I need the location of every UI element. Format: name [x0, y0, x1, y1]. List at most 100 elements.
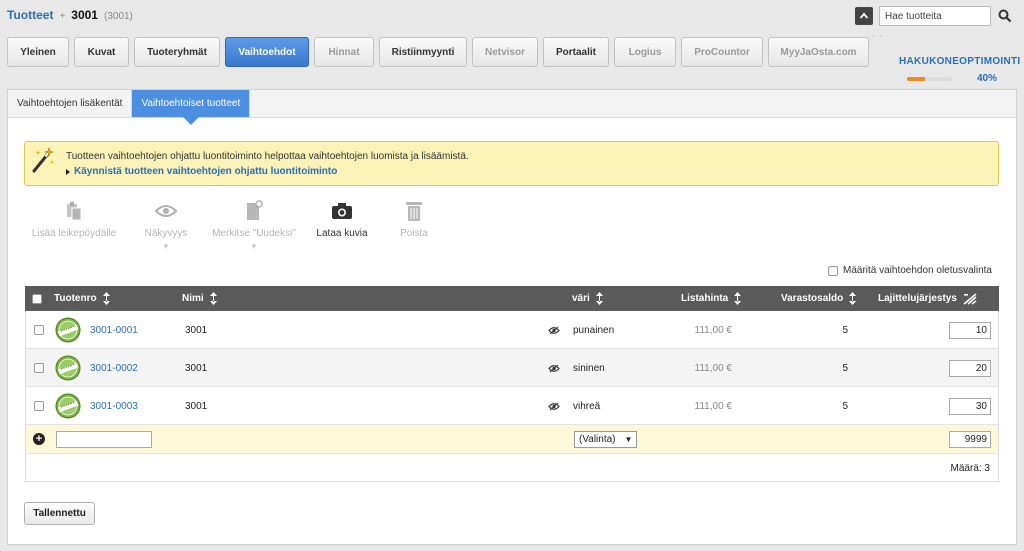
clipboard-icon — [67, 202, 82, 221]
mark-new-caret-icon: ▼ — [250, 242, 258, 251]
delete-label: Poista — [400, 228, 428, 239]
visibility-label: Näkyvyys — [144, 228, 188, 239]
visibility-button[interactable]: Näkyvyys ▼ — [130, 200, 202, 251]
seo-progress-bar — [907, 76, 952, 81]
tab-procountor[interactable]: ProCountor — [681, 37, 763, 67]
tab-tuoteryhmat[interactable]: Tuoteryhmät — [134, 37, 220, 67]
wizard-notice: Tuotteen vaihtoehtojen ohjattu luontitoi… — [24, 141, 999, 186]
row-code-link[interactable]: 3001-0003 — [90, 387, 138, 425]
header-code-label: Tuotenro — [54, 293, 97, 304]
wizard-link[interactable]: Käynnistä tuotteen vaihtoehtojen ohjattu… — [66, 166, 337, 177]
mark-new-button[interactable]: Merkitse "Uudeksi" ▼ — [208, 200, 300, 251]
sort-icon — [734, 292, 742, 305]
row-count: Määrä: 3 — [950, 463, 990, 474]
new-variant-code-input[interactable] — [56, 431, 152, 448]
header-order-label: Lajittelujärjestys — [878, 293, 957, 304]
header-code[interactable]: Tuotenro — [54, 286, 110, 311]
seo-meter[interactable]: HAKUKONEOPTIMOINTI 40% — [899, 56, 1024, 84]
color-select[interactable]: (Valinta) ▼ — [574, 431, 637, 448]
copy-label: Lisää leikepöydälle — [31, 228, 117, 239]
select-all-checkbox[interactable] — [32, 286, 42, 311]
new-variant-order-input[interactable] — [949, 431, 991, 448]
table-row: 3001-0002 3001 sininen 111,00 € 5 — [25, 349, 999, 387]
plus-circle-icon[interactable]: + — [33, 433, 45, 445]
sort-icon — [102, 292, 110, 305]
row-checkbox[interactable] — [34, 325, 44, 335]
row-checkbox[interactable] — [34, 401, 44, 411]
copy-to-clipboard-button[interactable]: Lisää leikepöydälle — [30, 200, 118, 239]
header-name-label: Nimi — [182, 293, 204, 304]
tab-vaihtoehdot[interactable]: Vaihtoehdot — [225, 37, 309, 67]
chevron-down-icon: ▼ — [624, 435, 633, 444]
header-stock-label: Varastosaldo — [781, 293, 844, 304]
hidden-eye-icon[interactable] — [548, 402, 560, 411]
visibility-caret-icon: ▼ — [162, 242, 170, 251]
sort-icon — [595, 292, 603, 305]
row-order-input[interactable] — [949, 359, 991, 377]
magic-wand-icon — [32, 147, 55, 173]
default-option-checkbox-box[interactable] — [828, 265, 838, 276]
wizard-message: Tuotteen vaihtoehtojen ohjattu luontitoi… — [66, 151, 469, 162]
header-order[interactable]: Lajittelujärjestys — [878, 286, 977, 311]
new-product-seal-icon — [55, 393, 81, 419]
hidden-eye-icon[interactable] — [548, 364, 560, 373]
search-bar — [855, 6, 1013, 26]
row-stock: 5 — [842, 362, 848, 374]
row-order-input[interactable] — [949, 321, 991, 339]
seo-progress-fill — [907, 76, 925, 81]
save-button[interactable]: Tallennettu — [24, 502, 95, 525]
camera-icon — [332, 203, 352, 219]
hidden-eye-icon[interactable] — [548, 326, 560, 335]
new-product-seal-icon — [55, 355, 81, 381]
upload-images-label: Lataa kuvia — [316, 228, 368, 239]
header-name[interactable]: Nimi — [182, 286, 217, 311]
row-name: 3001 — [185, 324, 208, 336]
chevron-up-icon[interactable] — [855, 7, 873, 25]
seo-percent: 40% — [977, 73, 998, 84]
row-code-link[interactable]: 3001-0001 — [90, 311, 138, 349]
header-color-label: väri — [572, 293, 590, 304]
mark-new-label: Merkitse "Uudeksi" — [212, 228, 296, 239]
tab-netvisor[interactable]: Netvisor — [472, 37, 538, 67]
tab-overflow-dots: · · — [872, 30, 884, 40]
default-option-checkbox[interactable]: Määritä vaihtoehdon oletusvalinta — [828, 265, 992, 276]
row-order-input[interactable] — [949, 397, 991, 415]
tab-portaalit[interactable]: Portaalit — [543, 37, 609, 67]
header-price-label: Listahinta — [681, 293, 729, 304]
breadcrumb-sub: (3001) — [103, 11, 133, 22]
tab-hinnat[interactable]: Hinnat — [314, 37, 374, 67]
wizard-link-label: Käynnistä tuotteen vaihtoehtojen ohjattu… — [74, 166, 338, 177]
table-row: 3001-0001 3001 punainen 111,00 € 5 — [25, 311, 999, 349]
header-stock[interactable]: Varastosaldo — [781, 286, 857, 311]
delete-button[interactable]: Poista — [390, 200, 438, 239]
header-price[interactable]: Listahinta — [681, 286, 742, 311]
sort-icon — [209, 292, 217, 305]
options-panel: Vaihtoehtojen lisäkentät Vaihtoehtoiset … — [7, 89, 1017, 545]
tab-myyjaosta[interactable]: MyyJaOsta.com — [768, 37, 869, 67]
row-name: 3001 — [185, 362, 208, 374]
row-name: 3001 — [185, 400, 208, 412]
new-product-seal-icon — [55, 317, 81, 343]
search-icon[interactable] — [997, 8, 1013, 24]
row-color: punainen — [573, 324, 615, 336]
row-stock: 5 — [842, 324, 848, 336]
table-header: Tuotenro Nimi väri Listahinta Varastosal… — [25, 286, 999, 311]
breadcrumb-separator: + — [59, 11, 66, 22]
header-color[interactable]: väri — [572, 286, 603, 311]
upload-images-button[interactable]: Lataa kuvia — [312, 200, 372, 239]
row-color: vihreä — [573, 400, 601, 412]
tab-yleinen[interactable]: Yleinen — [7, 37, 69, 67]
row-checkbox[interactable] — [34, 363, 44, 373]
add-variant-row: + (Valinta) ▼ — [25, 425, 999, 454]
row-code-link[interactable]: 3001-0002 — [90, 349, 138, 387]
breadcrumb-products-link[interactable]: Tuotteet — [7, 8, 53, 22]
tab-logius[interactable]: Logius — [614, 37, 676, 67]
tab-kuvat[interactable]: Kuvat — [74, 37, 129, 67]
color-select-value: (Valinta) — [579, 434, 616, 445]
table-footer: Määrä: 3 — [25, 454, 999, 482]
tab-ristiinmyynti[interactable]: Ristiinmyynti — [379, 37, 467, 67]
row-stock: 5 — [842, 400, 848, 412]
subtab-alternative-products[interactable]: Vaihtoehtoiset tuotteet — [132, 90, 251, 125]
search-input[interactable] — [879, 6, 991, 26]
subtab-additional-fields[interactable]: Vaihtoehtojen lisäkentät — [8, 90, 133, 117]
